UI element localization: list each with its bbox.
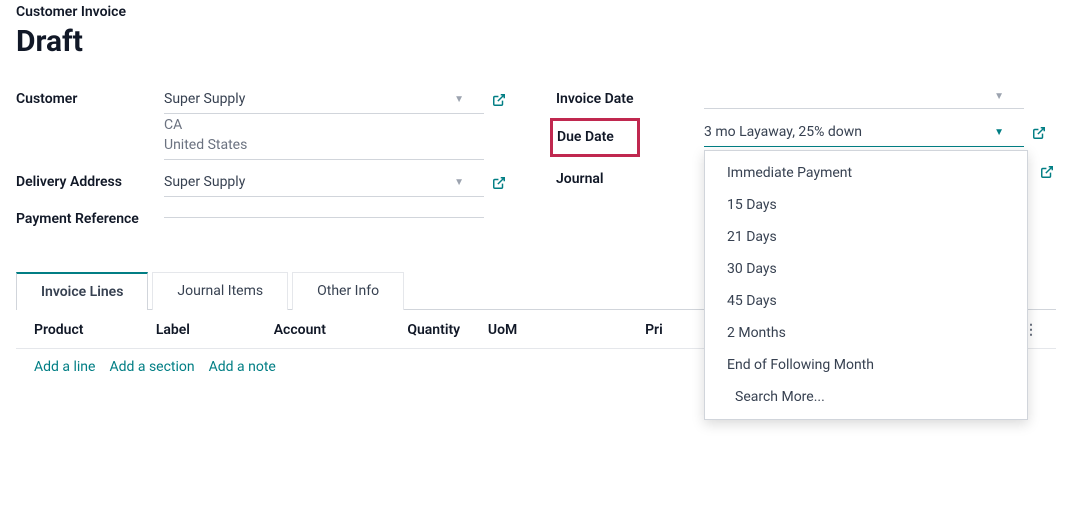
add-note-link[interactable]: Add a note [209,359,276,375]
customer-value: Super Supply [164,91,245,107]
delivery-address-input[interactable]: Super Supply ▼ [164,168,484,197]
dropdown-option-immediate[interactable]: Immediate Payment [705,157,1027,189]
delivery-address-label: Delivery Address [16,168,164,193]
dropdown-search-more[interactable]: Search More... [705,381,1027,413]
tab-invoice-lines[interactable]: Invoice Lines [16,272,148,310]
customer-label: Customer [16,85,164,110]
external-link-icon[interactable] [1040,165,1054,179]
invoice-date-label: Invoice Date [556,85,704,110]
dropdown-option-15-days[interactable]: 15 Days [705,189,1027,221]
breadcrumb: Customer Invoice [16,0,1056,20]
invoice-date-input[interactable]: ▼ [704,85,1024,109]
tab-other-info[interactable]: Other Info [292,272,404,310]
chevron-down-icon: ▼ [454,94,464,105]
external-link-icon[interactable] [492,93,506,107]
dropdown-option-21-days[interactable]: 21 Days [705,221,1027,253]
due-date-value: 3 mo Layaway, 25% down [704,124,862,140]
dropdown-option-2-months[interactable]: 2 Months [705,317,1027,349]
payment-terms-dropdown: Immediate Payment 15 Days 21 Days 30 Day… [704,150,1028,420]
customer-address: CA United States [164,116,484,160]
dropdown-option-45-days[interactable]: 45 Days [705,285,1027,317]
dropdown-option-30-days[interactable]: 30 Days [705,253,1027,285]
payment-reference-label: Payment Reference [16,205,164,230]
add-line-link[interactable]: Add a line [34,359,95,375]
add-section-link[interactable]: Add a section [109,359,194,375]
th-product: Product [34,322,156,338]
chevron-down-icon: ▼ [994,91,1004,102]
th-account: Account [274,322,408,338]
journal-label: Journal [556,165,704,190]
th-uom: UoM [488,322,645,338]
th-quantity: Quantity [407,322,488,338]
chevron-down-icon: ▼ [454,177,464,188]
tab-journal-items[interactable]: Journal Items [152,272,288,310]
external-link-icon[interactable] [1032,126,1046,140]
external-link-icon[interactable] [492,176,506,190]
payment-reference-input[interactable] [164,205,484,218]
page-title: Draft [16,24,1056,59]
due-date-label: Due Date [550,118,640,157]
dropdown-option-end-month[interactable]: End of Following Month [705,349,1027,381]
th-label: Label [156,322,274,338]
due-date-input[interactable]: 3 mo Layaway, 25% down ▼ [704,118,1024,147]
delivery-address-value: Super Supply [164,174,245,190]
chevron-down-icon: ▼ [994,127,1004,138]
customer-input[interactable]: Super Supply ▼ [164,85,484,114]
